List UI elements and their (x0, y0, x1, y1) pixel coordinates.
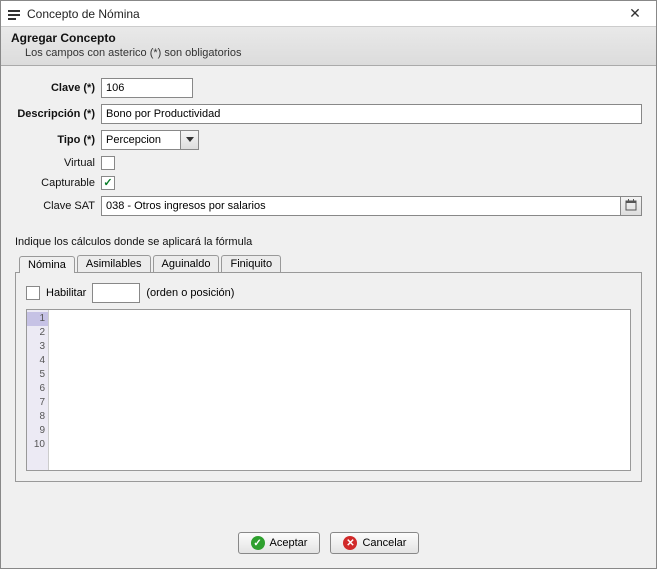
line-number: 2 (27, 326, 48, 340)
cancel-button[interactable]: ✕ Cancelar (330, 532, 419, 554)
line-number: 8 (27, 410, 48, 424)
clave-input[interactable] (101, 78, 193, 98)
orden-input[interactable] (92, 283, 140, 303)
header-subtitle: Los campos con asterico (*) son obligato… (25, 47, 646, 59)
accept-label: Aceptar (270, 537, 308, 549)
clavesat-input[interactable] (101, 196, 621, 216)
form-area: Clave (*) Descripción (*) Tipo (*) Perce… (1, 66, 656, 228)
tab-aguinaldo[interactable]: Aguinaldo (153, 255, 220, 272)
line-number: 1 (27, 312, 48, 326)
line-number: 6 (27, 382, 48, 396)
chevron-down-icon (180, 131, 198, 149)
descripcion-input[interactable] (101, 104, 642, 124)
tabs-instruction: Indique los cálculos donde se aplicará l… (15, 236, 642, 248)
orden-hint: (orden o posición) (146, 287, 234, 299)
close-button[interactable]: ✕ (620, 4, 650, 24)
clavesat-label: Clave SAT (15, 200, 101, 212)
clavesat-lookup-button[interactable] (620, 196, 642, 216)
capturable-label: Capturable (15, 177, 101, 189)
tabstrip: Nómina Asimilables Aguinaldo Finiquito (15, 252, 642, 272)
line-number: 3 (27, 340, 48, 354)
line-gutter: 1 2 3 4 5 6 7 8 9 10 (27, 310, 49, 470)
descripcion-label: Descripción (*) (15, 108, 101, 120)
tab-nomina[interactable]: Nómina (19, 256, 75, 273)
header-title: Agregar Concepto (11, 31, 646, 45)
tab-finiquito[interactable]: Finiquito (221, 255, 281, 272)
dialog-window: Concepto de Nómina ✕ Agregar Concepto Lo… (0, 0, 657, 569)
calendar-icon (625, 199, 637, 214)
line-number: 7 (27, 396, 48, 410)
clave-label: Clave (*) (15, 82, 101, 94)
code-body[interactable] (49, 310, 630, 470)
window-title: Concepto de Nómina (27, 7, 620, 21)
tipo-select[interactable]: Percepcion (101, 130, 199, 150)
check-icon: ✓ (251, 536, 265, 550)
line-number: 10 (27, 438, 48, 452)
titlebar: Concepto de Nómina ✕ (1, 1, 656, 27)
tipo-label: Tipo (*) (15, 134, 101, 146)
button-bar: ✓ Aceptar ✕ Cancelar (1, 482, 656, 568)
accept-button[interactable]: ✓ Aceptar (238, 532, 321, 554)
line-number: 9 (27, 424, 48, 438)
code-editor[interactable]: 1 2 3 4 5 6 7 8 9 10 (26, 309, 631, 471)
close-icon: ✕ (629, 5, 641, 22)
line-number: 4 (27, 354, 48, 368)
cancel-label: Cancelar (362, 537, 406, 549)
tab-asimilables[interactable]: Asimilables (77, 255, 151, 272)
capturable-checkbox[interactable] (101, 176, 115, 190)
virtual-checkbox[interactable] (101, 156, 115, 170)
tabs-area: Nómina Asimilables Aguinaldo Finiquito H… (15, 252, 642, 482)
app-icon (7, 7, 21, 21)
header-strip: Agregar Concepto Los campos con asterico… (1, 27, 656, 66)
tab-panel: Habilitar (orden o posición) 1 2 3 4 5 6… (15, 272, 642, 482)
virtual-label: Virtual (15, 157, 101, 169)
line-number: 5 (27, 368, 48, 382)
habilitar-label: Habilitar (46, 287, 86, 299)
tipo-select-value: Percepcion (106, 134, 161, 146)
habilitar-checkbox[interactable] (26, 286, 40, 300)
cancel-icon: ✕ (343, 536, 357, 550)
